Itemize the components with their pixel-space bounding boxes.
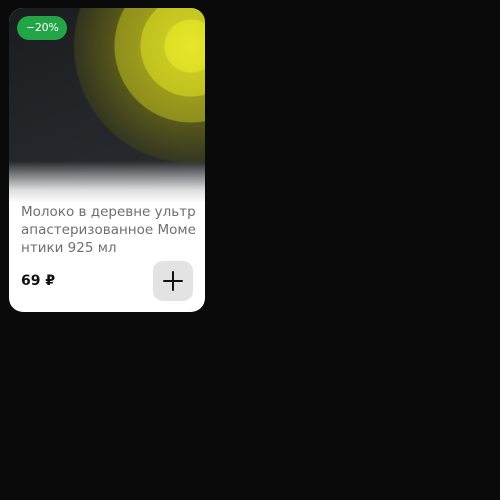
discount-badge: −20% xyxy=(17,16,68,40)
product-price: 69 ₽ xyxy=(21,273,56,289)
plus-icon xyxy=(163,271,183,291)
product-card[interactable]: −20% Молоко в деревне ультрапастеризован… xyxy=(9,8,205,312)
product-title: Молоко в деревне ультрапастеризованное М… xyxy=(21,204,196,256)
add-to-cart-button[interactable] xyxy=(153,261,193,301)
